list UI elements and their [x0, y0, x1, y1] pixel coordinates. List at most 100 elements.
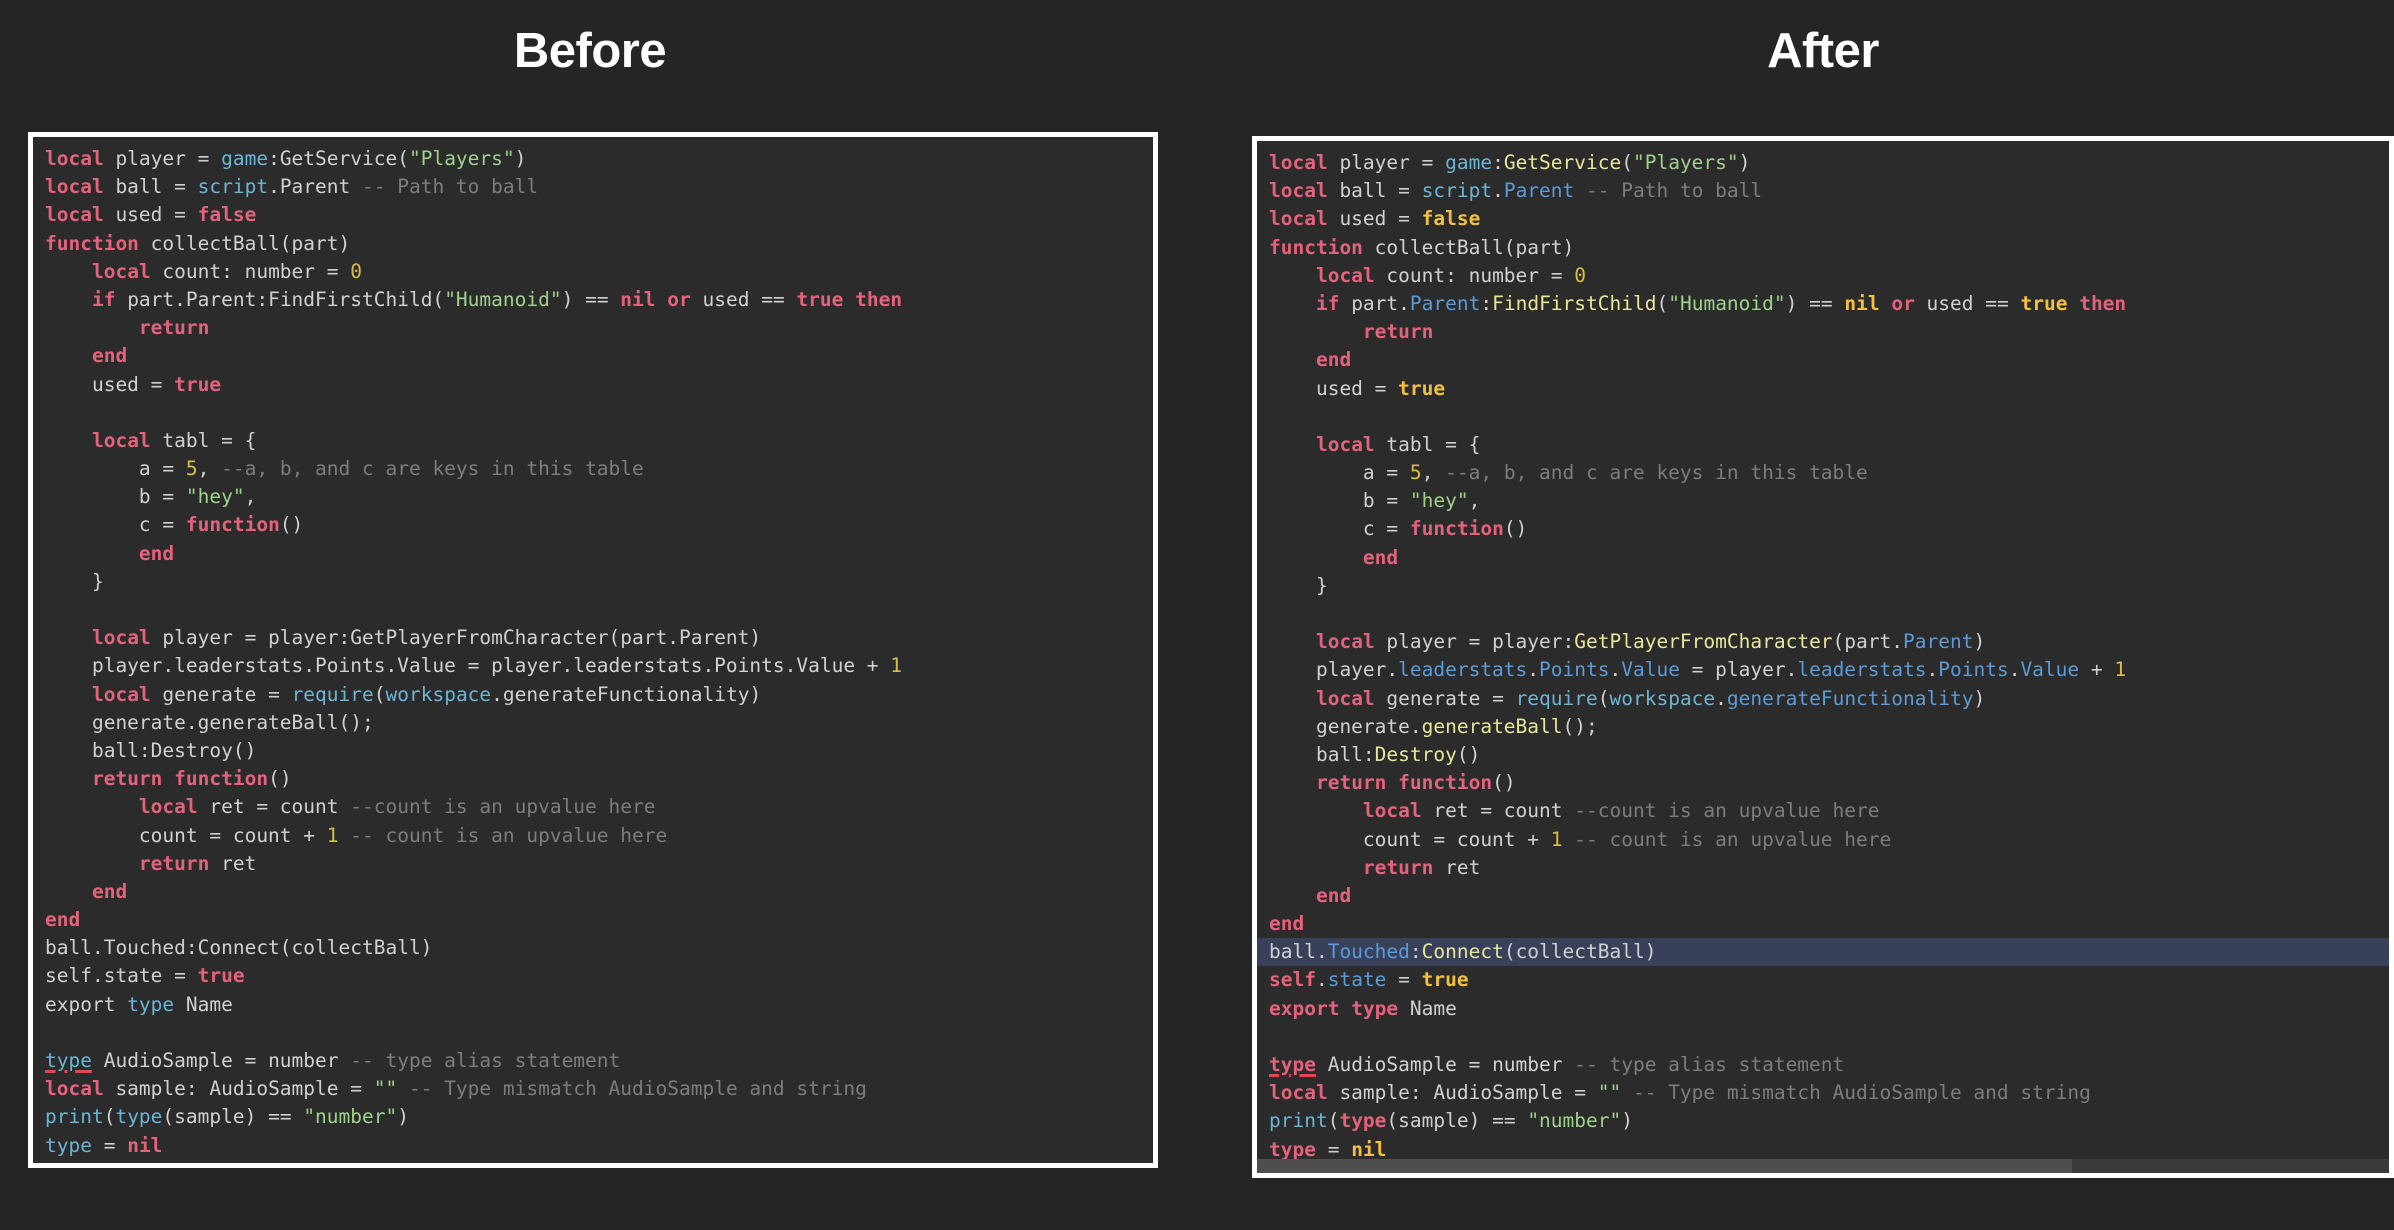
code-line[interactable]: print(type(sample) == "number"): [33, 1103, 1153, 1131]
code-token: 1: [326, 823, 339, 847]
code-line[interactable]: }: [1257, 572, 2389, 600]
code-line[interactable]: [33, 596, 1153, 624]
code-line[interactable]: local count: number = 0: [33, 258, 1153, 286]
code-line[interactable]: function collectBall(part): [33, 230, 1153, 258]
code-line[interactable]: print(type(sample) == "number"): [1257, 1107, 2389, 1135]
code-line[interactable]: count = count + 1 -- count is an upvalue…: [1257, 826, 2389, 854]
code-line[interactable]: c = function(): [33, 511, 1153, 539]
code-line[interactable]: return function(): [1257, 769, 2389, 797]
code-line[interactable]: local used = false: [1257, 205, 2389, 233]
code-line[interactable]: used = true: [1257, 375, 2389, 403]
code-line[interactable]: type AudioSample = number -- type alias …: [33, 1047, 1153, 1075]
code-token: used =: [1327, 207, 1422, 231]
code-line[interactable]: local ball = script.Parent -- Path to ba…: [33, 173, 1153, 201]
code-line[interactable]: }: [33, 568, 1153, 596]
code-line[interactable]: end: [1257, 544, 2389, 572]
after-code-area[interactable]: local player = game:GetService("Players"…: [1257, 141, 2389, 1173]
code-token: Points: [1539, 658, 1610, 682]
before-code-block[interactable]: local player = game:GetService("Players"…: [33, 145, 1153, 1160]
code-line[interactable]: ball.Touched:Connect(collectBall): [33, 934, 1153, 962]
code-line[interactable]: if part.Parent:FindFirstChild("Humanoid"…: [33, 286, 1153, 314]
after-code-block[interactable]: local player = game:GetService("Players"…: [1257, 149, 2389, 1164]
code-token: end: [1315, 883, 1352, 907]
before-code-area[interactable]: local player = game:GetService("Players"…: [33, 137, 1153, 1163]
code-line[interactable]: function collectBall(part): [1257, 234, 2389, 262]
code-token: type: [1269, 1053, 1316, 1076]
code-line[interactable]: end: [1257, 882, 2389, 910]
code-line[interactable]: b = "hey",: [1257, 487, 2389, 515]
code-line[interactable]: local sample: AudioSample = "" -- Type m…: [1257, 1079, 2389, 1107]
code-line[interactable]: self.state = true: [1257, 966, 2389, 994]
code-line[interactable]: a = 5, --a, b, and c are keys in this ta…: [1257, 459, 2389, 487]
code-line[interactable]: a = 5, --a, b, and c are keys in this ta…: [33, 455, 1153, 483]
code-line[interactable]: return function(): [33, 765, 1153, 793]
code-line[interactable]: [1257, 1023, 2389, 1051]
code-line[interactable]: generate.generateBall();: [1257, 713, 2389, 741]
code-line[interactable]: count = count + 1 -- count is an upvalue…: [33, 822, 1153, 850]
code-token: local: [1269, 207, 1328, 231]
code-token: Points: [1938, 658, 2009, 682]
code-line[interactable]: local player = game:GetService("Players"…: [1257, 149, 2389, 177]
code-line[interactable]: [1257, 600, 2389, 628]
code-line[interactable]: local player = player:GetPlayerFromChara…: [33, 624, 1153, 652]
code-line[interactable]: local player = player:GetPlayerFromChara…: [1257, 628, 2389, 656]
code-line[interactable]: c = function(): [1257, 515, 2389, 543]
code-token: ): [514, 147, 527, 170]
code-line[interactable]: return ret: [33, 850, 1153, 878]
code-token: type: [1339, 1109, 1387, 1133]
scrollbar-thumb[interactable]: [1257, 1159, 2073, 1173]
code-line[interactable]: [33, 399, 1153, 427]
code-line[interactable]: end: [1257, 910, 2389, 938]
code-line[interactable]: local generate = require(workspace.gener…: [1257, 685, 2389, 713]
code-token: generate =: [150, 682, 292, 706]
code-token: nil: [620, 287, 656, 311]
code-line[interactable]: player.leaderstats.Points.Value = player…: [1257, 656, 2389, 684]
code-line[interactable]: end: [33, 342, 1153, 370]
code-line[interactable]: local used = false: [33, 201, 1153, 229]
code-token: generateBall: [1421, 714, 1563, 738]
code-line[interactable]: local ret = count --count is an upvalue …: [33, 793, 1153, 821]
code-line[interactable]: type AudioSample = number -- type alias …: [1257, 1051, 2389, 1079]
code-line[interactable]: b = "hey",: [33, 483, 1153, 511]
code-line[interactable]: [1257, 403, 2389, 431]
code-line[interactable]: local player = game:GetService("Players"…: [33, 145, 1153, 173]
code-line[interactable]: player.leaderstats.Points.Value = player…: [33, 652, 1153, 680]
code-line[interactable]: end: [1257, 346, 2389, 374]
code-token: ball:: [1269, 742, 1375, 766]
code-line[interactable]: local tabl = {: [1257, 431, 2389, 459]
code-line[interactable]: ball:Destroy(): [33, 737, 1153, 765]
code-token: player.: [1269, 658, 1399, 682]
code-line[interactable]: end: [33, 540, 1153, 568]
code-token: Name: [174, 992, 233, 1016]
horizontal-scrollbar[interactable]: [1257, 1159, 2389, 1173]
code-line[interactable]: end: [33, 906, 1153, 934]
code-line[interactable]: type = nil: [33, 1132, 1153, 1160]
code-line[interactable]: local tabl = {: [33, 427, 1153, 455]
code-line[interactable]: local ball = script.Parent -- Path to ba…: [1257, 177, 2389, 205]
code-line[interactable]: export type Name: [33, 991, 1153, 1019]
code-line[interactable]: return: [33, 314, 1153, 342]
code-line[interactable]: self.state = true: [33, 962, 1153, 990]
code-token: used ==: [690, 287, 797, 311]
code-line[interactable]: ball:Destroy(): [1257, 741, 2389, 769]
code-line[interactable]: return ret: [1257, 854, 2389, 882]
code-line[interactable]: used = true: [33, 371, 1153, 399]
code-line[interactable]: return: [1257, 318, 2389, 346]
code-line[interactable]: generate.generateBall();: [33, 709, 1153, 737]
code-line[interactable]: [33, 1019, 1153, 1047]
code-line[interactable]: if part.Parent:FindFirstChild("Humanoid"…: [1257, 290, 2389, 318]
code-token: "Players": [1632, 151, 1739, 174]
code-line[interactable]: local sample: AudioSample = "" -- Type m…: [33, 1075, 1153, 1103]
code-line[interactable]: export type Name: [1257, 995, 2389, 1023]
code-line[interactable]: local ret = count --count is an upvalue …: [1257, 797, 2389, 825]
code-token: leaderstats: [1797, 658, 1927, 682]
code-token: 0: [1574, 263, 1587, 287]
code-line[interactable]: ball.Touched:Connect(collectBall): [1257, 938, 2389, 967]
code-line[interactable]: end: [33, 878, 1153, 906]
code-token: used =: [1269, 376, 1399, 400]
code-line[interactable]: local count: number = 0: [1257, 262, 2389, 290]
code-line[interactable]: local generate = require(workspace.gener…: [33, 681, 1153, 709]
